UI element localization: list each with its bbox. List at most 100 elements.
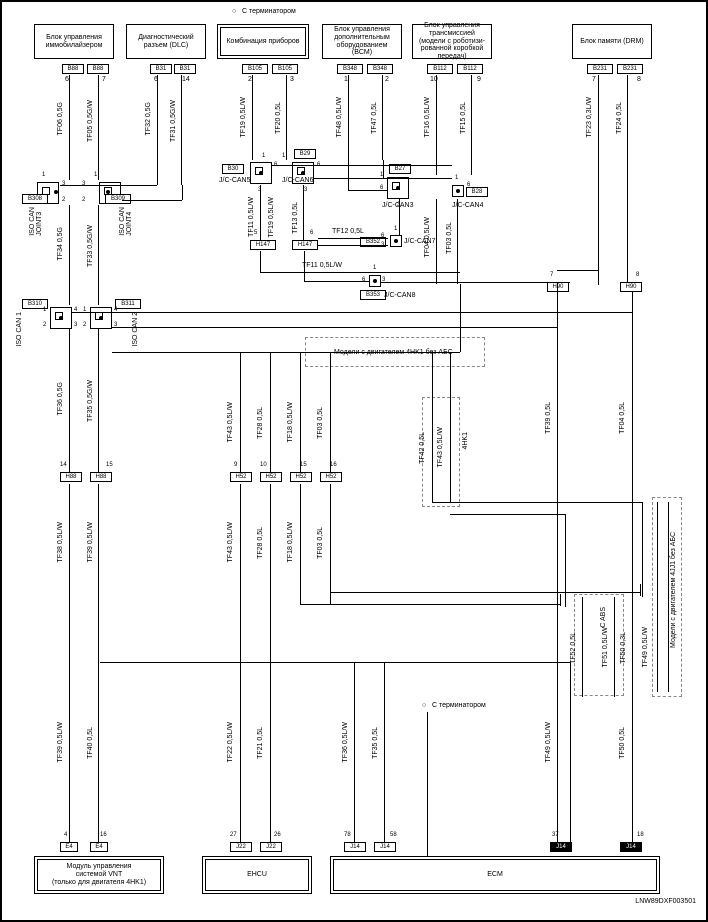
- wire-tf0519: TF19 0,5L/W: [268, 197, 275, 237]
- wire-tf20: TF20 0,5L: [275, 102, 282, 134]
- wire-tf28: TF28 0,5L: [257, 407, 264, 439]
- pn-joint3-2: 2: [62, 197, 65, 203]
- pin-e4-r: E4: [90, 842, 108, 852]
- wire-tf03c: TF03 0,5L: [317, 527, 324, 559]
- pin-h52-1: H52: [230, 472, 252, 482]
- pn-j22-r: 26: [274, 832, 281, 838]
- pn-can4-1: 1: [455, 175, 458, 181]
- module-bcm: Блок управлениядополнительнымоборудовани…: [322, 24, 402, 59]
- wire-h52-1-down: [240, 484, 241, 844]
- pn-combo-r: 3: [290, 76, 294, 83]
- wire-tf43b: TF43 0,5L/W: [227, 522, 234, 562]
- wire-tf04b: TF04 0,5L: [619, 402, 626, 434]
- pin-combo-r: B105: [272, 64, 298, 74]
- wire-tf03: TF03 0,5L: [446, 222, 453, 254]
- h52-4-h: [330, 592, 640, 593]
- can7-h147: [318, 238, 388, 246]
- can56-34-h2: [314, 178, 387, 179]
- pn-immo-r: 7: [102, 76, 106, 83]
- term-line: [427, 712, 428, 862]
- drm-l-v: [598, 270, 599, 283]
- wire-immo-pair: [69, 75, 99, 180]
- wire-tf39b: TF39 0,5L/W: [57, 722, 64, 762]
- can3-down: [399, 199, 400, 235]
- pn-j14-4: 18: [637, 832, 644, 838]
- pn-j14-2: 58: [390, 832, 397, 838]
- pin-trans-l: B112: [427, 64, 453, 74]
- tf42-h: [432, 502, 642, 503]
- dot-can1: [59, 316, 63, 320]
- tf52-v: [582, 597, 583, 697]
- wire-tf34-pair: [69, 205, 99, 305]
- wire-tf18: TF18 0,5L/W: [287, 402, 294, 442]
- wire-drm-pair: [598, 75, 628, 285]
- pin-b28: B28: [466, 187, 488, 197]
- tf03-v: [460, 284, 461, 352]
- dot-can5: [259, 171, 263, 175]
- can56-34-h1: [272, 165, 452, 166]
- line-diag-h: [60, 185, 157, 186]
- wire-tf36lw: TF36 0,5L/W: [342, 722, 349, 762]
- wire-tf33: TF33 0,5G/W: [87, 225, 94, 267]
- pin-h88-l: H88: [60, 472, 82, 482]
- wire-h52-3-down: [300, 484, 301, 604]
- wire-tf52: TF52 0,5L: [570, 632, 577, 664]
- module-transmission: Блок управлениятрансмиссией(модели с роб…: [412, 24, 492, 59]
- wire-tf06: TF06 0,5G: [57, 102, 64, 135]
- lbl-jc-can5: J/C-CAN5: [219, 177, 251, 184]
- pn-h52-3: 15: [300, 462, 307, 468]
- wire-tf51: TF51 0,5L/W: [602, 627, 609, 667]
- lbl-iso-can2: ISO CAN 2: [132, 312, 139, 347]
- dot-can3: [396, 186, 400, 190]
- bcm-l-h: [348, 190, 387, 191]
- wire-tf11b: TF11 0,5L/W: [302, 262, 342, 269]
- lbl-4hk1: 4HK1: [462, 432, 469, 450]
- pin-drm-l: B231: [587, 64, 613, 74]
- wire-tf32: TF32 0,5G: [145, 102, 152, 135]
- pn-can6-1: 1: [282, 153, 285, 159]
- ecm-r-v: [384, 662, 385, 842]
- wire-tf35l: TF35 0,5L: [372, 727, 379, 759]
- module-instrument-combo: Комбинация приборов: [217, 24, 309, 59]
- pn-can2-2: 2: [83, 322, 86, 328]
- wire-h52-2-down: [270, 484, 271, 844]
- isocan-h90-h: [112, 327, 558, 328]
- pn-h90-r: 8: [636, 272, 639, 278]
- wire-tf39: TF39 0,5L/W: [87, 522, 94, 562]
- pin-b308: B308: [22, 194, 48, 204]
- pin-immo-r: B88: [87, 64, 109, 74]
- pin-b353: B353: [360, 290, 386, 300]
- pn-h147r-6: 6: [310, 230, 313, 236]
- 4jj1-v1: [657, 502, 658, 692]
- pn-can1-3: 3: [74, 322, 77, 328]
- wire-tf38: TF38 0,5L/W: [57, 522, 64, 562]
- lbl-iso-can1: ISO CAN 1: [16, 312, 23, 347]
- wire-tf18b: TF18 0,5L/W: [287, 522, 294, 562]
- pn-joint4-3: 3: [82, 181, 85, 187]
- wire-tf43: TF43 0,5L/W: [227, 402, 234, 442]
- wire-h147l-v: [260, 251, 261, 272]
- pn-joint3-1: 1: [42, 172, 45, 178]
- pin-j22-l: J22: [230, 842, 252, 852]
- wire-tf39c: TF39 0,5L: [545, 402, 552, 434]
- bus-h-350: [112, 352, 460, 353]
- v-h52-3: [300, 352, 301, 472]
- h90-l-down: [557, 292, 558, 852]
- wire-tf49: TF49 0,5L/W: [545, 722, 552, 762]
- pin-diag-l: B31: [150, 64, 172, 74]
- lbl-jc-can6: J/C-CAN6: [282, 177, 314, 184]
- pn-can8-6: 6: [362, 277, 365, 283]
- module-diag: Диагностическийразъем (DLC): [126, 24, 206, 59]
- wire-tf36-pair: [69, 329, 99, 472]
- junc-v1: [560, 594, 561, 606]
- wire-h147r-h: [304, 281, 369, 282]
- wire-tf36: TF36 0,5G: [57, 382, 64, 415]
- wire-h88-down: [69, 484, 99, 842]
- wire-tf15: TF15 0,5L: [460, 102, 467, 134]
- wire-tf23: TF23 0,3L/W: [586, 97, 593, 137]
- pn-h147l-5: 5: [254, 230, 257, 236]
- wire-tf11-h: [260, 272, 460, 273]
- pin-j22-r: J22: [260, 842, 282, 852]
- dot-joint4: [106, 190, 110, 194]
- pn-can7-1: 1: [394, 226, 397, 232]
